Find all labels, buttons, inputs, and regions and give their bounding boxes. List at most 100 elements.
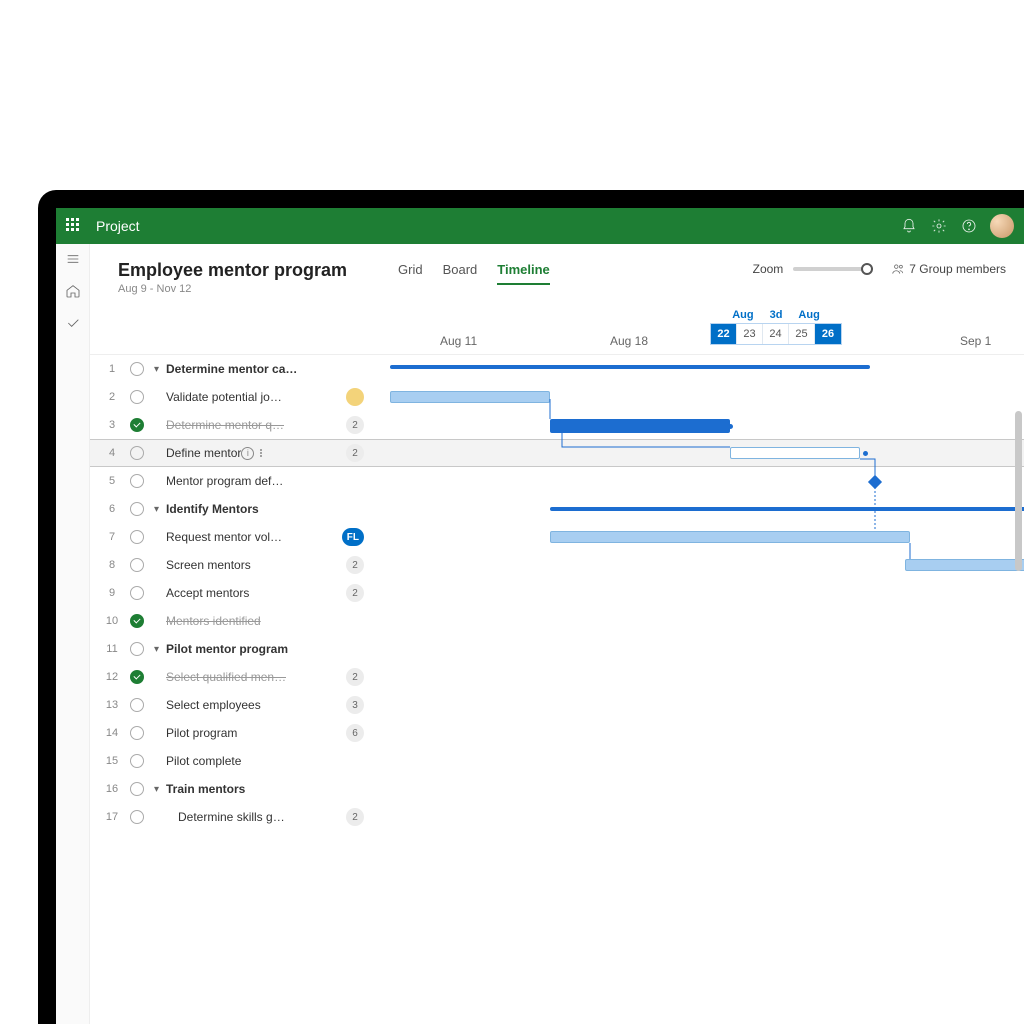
task-name[interactable]: Determine skills g… bbox=[178, 810, 285, 824]
row-number: 7 bbox=[98, 531, 126, 543]
task-name[interactable]: Select employees bbox=[166, 698, 261, 712]
status-circle-icon[interactable] bbox=[130, 754, 144, 768]
status-circle-icon[interactable] bbox=[130, 390, 144, 404]
tab-timeline[interactable]: Timeline bbox=[497, 262, 550, 285]
task-row[interactable]: 14Pilot program6 bbox=[90, 719, 1024, 747]
task-row[interactable]: 2Validate potential jo… bbox=[90, 383, 1024, 411]
assignee-avatar[interactable] bbox=[346, 388, 364, 406]
group-members-button[interactable]: 7 Group members bbox=[891, 262, 1006, 276]
bell-icon[interactable] bbox=[894, 218, 924, 234]
date-range-selector[interactable]: Aug 3d Aug 22 23 24 25 26 bbox=[710, 309, 842, 345]
status-circle-icon[interactable] bbox=[130, 530, 144, 544]
row-number: 5 bbox=[98, 475, 126, 487]
status-circle-icon[interactable] bbox=[130, 418, 144, 432]
task-row[interactable]: 6▾Identify Mentors bbox=[90, 495, 1024, 523]
count-badge: 2 bbox=[346, 556, 364, 574]
zoom-slider[interactable] bbox=[793, 267, 873, 271]
gantt-cell[interactable] bbox=[370, 411, 1024, 439]
task-name[interactable]: Train mentors bbox=[166, 782, 245, 796]
task-name[interactable]: Identify Mentors bbox=[166, 502, 259, 516]
status-circle-icon[interactable] bbox=[130, 502, 144, 516]
task-name[interactable]: Define mentor bbox=[166, 446, 241, 460]
date-box-26[interactable]: 26 bbox=[815, 324, 841, 344]
date-box-25[interactable]: 25 bbox=[789, 324, 815, 344]
task-row[interactable]: 5 Mentor program def… bbox=[90, 467, 1024, 495]
gantt-cell[interactable] bbox=[370, 579, 1024, 607]
more-icon[interactable] bbox=[254, 449, 268, 457]
task-name[interactable]: Accept mentors bbox=[166, 586, 249, 600]
task-name[interactable]: Pilot mentor program bbox=[166, 642, 288, 656]
status-circle-icon[interactable] bbox=[130, 810, 144, 824]
chevron-down-icon[interactable]: ▾ bbox=[154, 784, 164, 795]
tab-board[interactable]: Board bbox=[443, 262, 478, 285]
gantt-cell[interactable] bbox=[370, 467, 1024, 495]
task-row[interactable]: 12Select qualified men…2 bbox=[90, 663, 1024, 691]
date-box-23[interactable]: 23 bbox=[737, 324, 763, 344]
task-row[interactable]: 17Determine skills g…2 bbox=[90, 803, 1024, 831]
gantt-cell[interactable] bbox=[370, 495, 1024, 523]
gantt-cell[interactable] bbox=[370, 635, 1024, 663]
status-circle-icon[interactable] bbox=[130, 474, 144, 488]
task-name[interactable]: Pilot program bbox=[166, 726, 237, 740]
gantt-cell[interactable] bbox=[370, 691, 1024, 719]
task-row[interactable]: 15Pilot complete bbox=[90, 747, 1024, 775]
gantt-cell[interactable] bbox=[370, 719, 1024, 747]
check-icon[interactable] bbox=[64, 314, 82, 332]
gantt-cell[interactable] bbox=[370, 551, 1024, 579]
status-circle-icon[interactable] bbox=[130, 698, 144, 712]
task-row[interactable]: 3Determine mentor q…2 bbox=[90, 411, 1024, 439]
task-row[interactable]: 4Define mentori2 bbox=[90, 439, 1024, 467]
task-name[interactable]: Determine mentor ca… bbox=[166, 362, 297, 376]
status-circle-icon[interactable] bbox=[130, 782, 144, 796]
hamburger-icon[interactable] bbox=[64, 250, 82, 268]
date-box-24[interactable]: 24 bbox=[763, 324, 789, 344]
task-name[interactable]: Validate potential jo… bbox=[166, 390, 282, 404]
status-circle-icon[interactable] bbox=[130, 670, 144, 684]
app-launcher-icon[interactable] bbox=[66, 218, 82, 234]
gantt-cell[interactable] bbox=[370, 663, 1024, 691]
info-icon[interactable]: i bbox=[241, 447, 254, 460]
tab-grid[interactable]: Grid bbox=[398, 262, 423, 285]
status-circle-icon[interactable] bbox=[130, 614, 144, 628]
task-row[interactable]: 10Mentors identified bbox=[90, 607, 1024, 635]
task-name[interactable]: Request mentor vol… bbox=[166, 530, 282, 544]
home-icon[interactable] bbox=[64, 282, 82, 300]
chevron-down-icon[interactable]: ▾ bbox=[154, 504, 164, 515]
gantt-cell[interactable] bbox=[370, 607, 1024, 635]
status-circle-icon[interactable] bbox=[130, 642, 144, 656]
task-name[interactable]: Determine mentor q… bbox=[166, 418, 284, 432]
gantt-cell[interactable] bbox=[370, 775, 1024, 803]
gantt-cell[interactable] bbox=[370, 747, 1024, 775]
task-row[interactable]: 16▾Train mentors bbox=[90, 775, 1024, 803]
gantt-cell[interactable] bbox=[370, 803, 1024, 831]
gear-icon[interactable] bbox=[924, 218, 954, 234]
gantt-cell[interactable] bbox=[370, 440, 1024, 466]
status-circle-icon[interactable] bbox=[130, 726, 144, 740]
status-circle-icon[interactable] bbox=[130, 558, 144, 572]
vertical-scrollbar[interactable] bbox=[1015, 411, 1022, 1024]
row-number: 4 bbox=[98, 447, 126, 459]
help-icon[interactable] bbox=[954, 218, 984, 234]
task-row[interactable]: 8Screen mentors2 bbox=[90, 551, 1024, 579]
task-row[interactable]: 13Select employees3 bbox=[90, 691, 1024, 719]
task-row[interactable]: 9Accept mentors2 bbox=[90, 579, 1024, 607]
status-circle-icon[interactable] bbox=[130, 446, 144, 460]
gantt-cell[interactable] bbox=[370, 523, 1024, 551]
chevron-down-icon[interactable]: ▾ bbox=[154, 364, 164, 375]
task-name[interactable]: Mentor program def… bbox=[166, 474, 283, 488]
task-row[interactable]: 1▾Determine mentor ca… bbox=[90, 355, 1024, 383]
row-number: 3 bbox=[98, 419, 126, 431]
task-row[interactable]: 11▾Pilot mentor program bbox=[90, 635, 1024, 663]
status-circle-icon[interactable] bbox=[130, 362, 144, 376]
task-name[interactable]: Pilot complete bbox=[166, 754, 241, 768]
date-box-22[interactable]: 22 bbox=[711, 324, 737, 344]
task-name[interactable]: Mentors identified bbox=[166, 614, 261, 628]
gantt-cell[interactable] bbox=[370, 355, 1024, 383]
gantt-cell[interactable] bbox=[370, 383, 1024, 411]
chevron-down-icon[interactable]: ▾ bbox=[154, 644, 164, 655]
status-circle-icon[interactable] bbox=[130, 586, 144, 600]
task-row[interactable]: 7Request mentor vol…FL bbox=[90, 523, 1024, 551]
user-avatar[interactable] bbox=[990, 214, 1014, 238]
task-name[interactable]: Select qualified men… bbox=[166, 670, 286, 684]
task-name[interactable]: Screen mentors bbox=[166, 558, 251, 572]
